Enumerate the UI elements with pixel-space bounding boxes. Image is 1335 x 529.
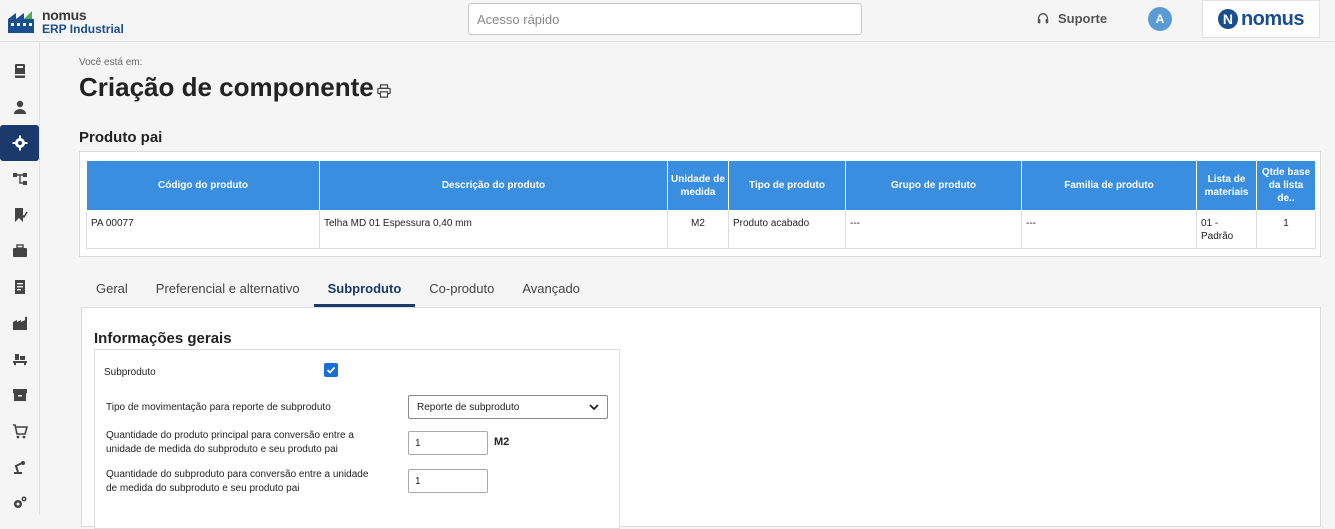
top-bar: nomus ERP Industrial Suporte A N nomus bbox=[0, 0, 1335, 42]
main-product-quantity-input[interactable] bbox=[408, 431, 488, 455]
tab-preferencial-alternativo[interactable]: Preferencial e alternativo bbox=[142, 272, 314, 307]
parent-product-table: Código do produto Descrição do produto U… bbox=[79, 151, 1321, 257]
product-description-cell: Telha MD 01 Espessura 0,40 mm bbox=[319, 210, 668, 249]
component-tabs: Geral Preferencial e alternativo Subprod… bbox=[82, 272, 594, 308]
sidebar bbox=[0, 42, 40, 515]
column-header[interactable]: Lista de materiais bbox=[1196, 160, 1257, 211]
hierarchy-icon bbox=[12, 173, 27, 185]
main-product-quantity-label: Quantidade do produto principal para con… bbox=[106, 429, 354, 457]
table-row[interactable]: PA 00077 Telha MD 01 Espessura 0,40 mm M… bbox=[86, 210, 1316, 249]
column-header[interactable]: Tipo de produto bbox=[728, 160, 846, 211]
brand-letter: N bbox=[1217, 9, 1238, 29]
sidebar-item-logistics[interactable] bbox=[0, 341, 39, 377]
user-icon bbox=[13, 100, 26, 114]
sidebar-item-settings[interactable] bbox=[0, 125, 39, 161]
chevron-down-icon bbox=[589, 404, 599, 411]
column-header[interactable]: Familia de produto bbox=[1021, 160, 1197, 211]
quick-access-search-input[interactable] bbox=[468, 3, 862, 35]
table-header-row: Código do produto Descrição do produto U… bbox=[86, 160, 1316, 211]
parent-product-section-title: Produto pai bbox=[79, 129, 163, 146]
cart-icon bbox=[12, 424, 28, 439]
sidebar-item-structure[interactable] bbox=[0, 161, 39, 197]
tab-subproduto[interactable]: Subproduto bbox=[313, 272, 416, 307]
document-icon bbox=[14, 280, 25, 294]
sidebar-item-documents[interactable] bbox=[0, 269, 39, 305]
breadcrumb: Você está em: bbox=[79, 57, 143, 68]
pallet-icon bbox=[12, 354, 27, 365]
product-code-cell: PA 00077 bbox=[86, 210, 320, 249]
unit-label: M2 bbox=[494, 436, 510, 448]
bookmark-check-icon bbox=[14, 208, 28, 222]
archive-icon bbox=[12, 389, 27, 401]
support-label: Suporte bbox=[1058, 11, 1108, 26]
column-header[interactable]: Grupo de produto bbox=[845, 160, 1022, 211]
sidebar-item-engineering[interactable] bbox=[0, 449, 39, 485]
print-icon[interactable] bbox=[377, 84, 391, 98]
main-product-quantity-label-line2: unidade de medida do subproduto e seu pr… bbox=[106, 444, 338, 455]
sidebar-item-configuration[interactable] bbox=[0, 485, 39, 521]
sidebar-item-sales[interactable] bbox=[0, 413, 39, 449]
base-quantity-cell: 1 bbox=[1256, 210, 1316, 249]
tab-co-produto[interactable]: Co-produto bbox=[415, 272, 508, 307]
movement-type-select[interactable]: Reporte de subproduto bbox=[408, 395, 608, 419]
logo-title: nomus bbox=[42, 7, 87, 23]
sidebar-item-production[interactable] bbox=[0, 305, 39, 341]
page-title: Criação de componente bbox=[79, 72, 374, 102]
subproduct-checkbox[interactable] bbox=[324, 363, 338, 377]
user-avatar[interactable]: A bbox=[1148, 7, 1172, 31]
materials-list-cell: 01 - Padrão bbox=[1196, 210, 1257, 249]
nomus-erp-logo[interactable]: nomus ERP Industrial bbox=[8, 5, 128, 37]
column-header[interactable]: Qtde base da lista de.. bbox=[1256, 160, 1316, 211]
sidebar-item-tasks[interactable] bbox=[0, 197, 39, 233]
tab-avancado[interactable]: Avançado bbox=[508, 272, 594, 307]
briefcase-icon bbox=[12, 244, 27, 257]
factory-icon bbox=[12, 317, 27, 330]
brand-word: nomus bbox=[1240, 7, 1305, 30]
column-header[interactable]: Unidade de medida bbox=[667, 160, 729, 211]
robot-arm-icon bbox=[13, 461, 25, 474]
book-icon bbox=[14, 64, 25, 78]
product-group-cell: --- bbox=[845, 210, 1022, 249]
movement-type-value: Reporte de subproduto bbox=[417, 401, 520, 413]
column-header[interactable]: Descrição do produto bbox=[319, 160, 668, 211]
gear-icon bbox=[12, 135, 27, 151]
nomus-brand-logo: N nomus bbox=[1202, 0, 1320, 38]
sidebar-item-inventory[interactable] bbox=[0, 377, 39, 413]
subproduct-quantity-label: Quantidade do subproduto para conversão … bbox=[106, 468, 368, 496]
movement-type-label: Tipo de movimentação para reporte de sub… bbox=[106, 402, 331, 413]
column-header[interactable]: Código do produto bbox=[86, 160, 320, 211]
sidebar-item-business[interactable] bbox=[0, 233, 39, 269]
subproduct-quantity-label-line2: de medida do subproduto e seu produto pa… bbox=[106, 483, 300, 494]
product-type-cell: Produto acabado bbox=[728, 210, 846, 249]
product-family-cell: --- bbox=[1021, 210, 1197, 249]
subproduct-label: Subproduto bbox=[104, 367, 156, 378]
sidebar-item-user[interactable] bbox=[0, 89, 39, 125]
logo-subtitle: ERP Industrial bbox=[42, 22, 124, 36]
subproduct-quantity-label-line1: Quantidade do subproduto para conversão … bbox=[106, 469, 369, 480]
headset-icon bbox=[1037, 12, 1049, 23]
sidebar-item-book[interactable] bbox=[0, 53, 39, 89]
settings-cogs-icon bbox=[13, 496, 26, 508]
support-link[interactable]: Suporte bbox=[1036, 11, 1107, 26]
main-product-quantity-label-line1: Quantidade do produto principal para con… bbox=[106, 430, 354, 441]
tab-geral[interactable]: Geral bbox=[82, 272, 142, 307]
subproduct-quantity-input[interactable] bbox=[408, 469, 488, 493]
checkmark-icon bbox=[326, 366, 336, 374]
unit-cell: M2 bbox=[667, 210, 729, 249]
factory-logo-icon bbox=[8, 11, 34, 33]
general-info-title: Informações gerais bbox=[94, 330, 232, 347]
